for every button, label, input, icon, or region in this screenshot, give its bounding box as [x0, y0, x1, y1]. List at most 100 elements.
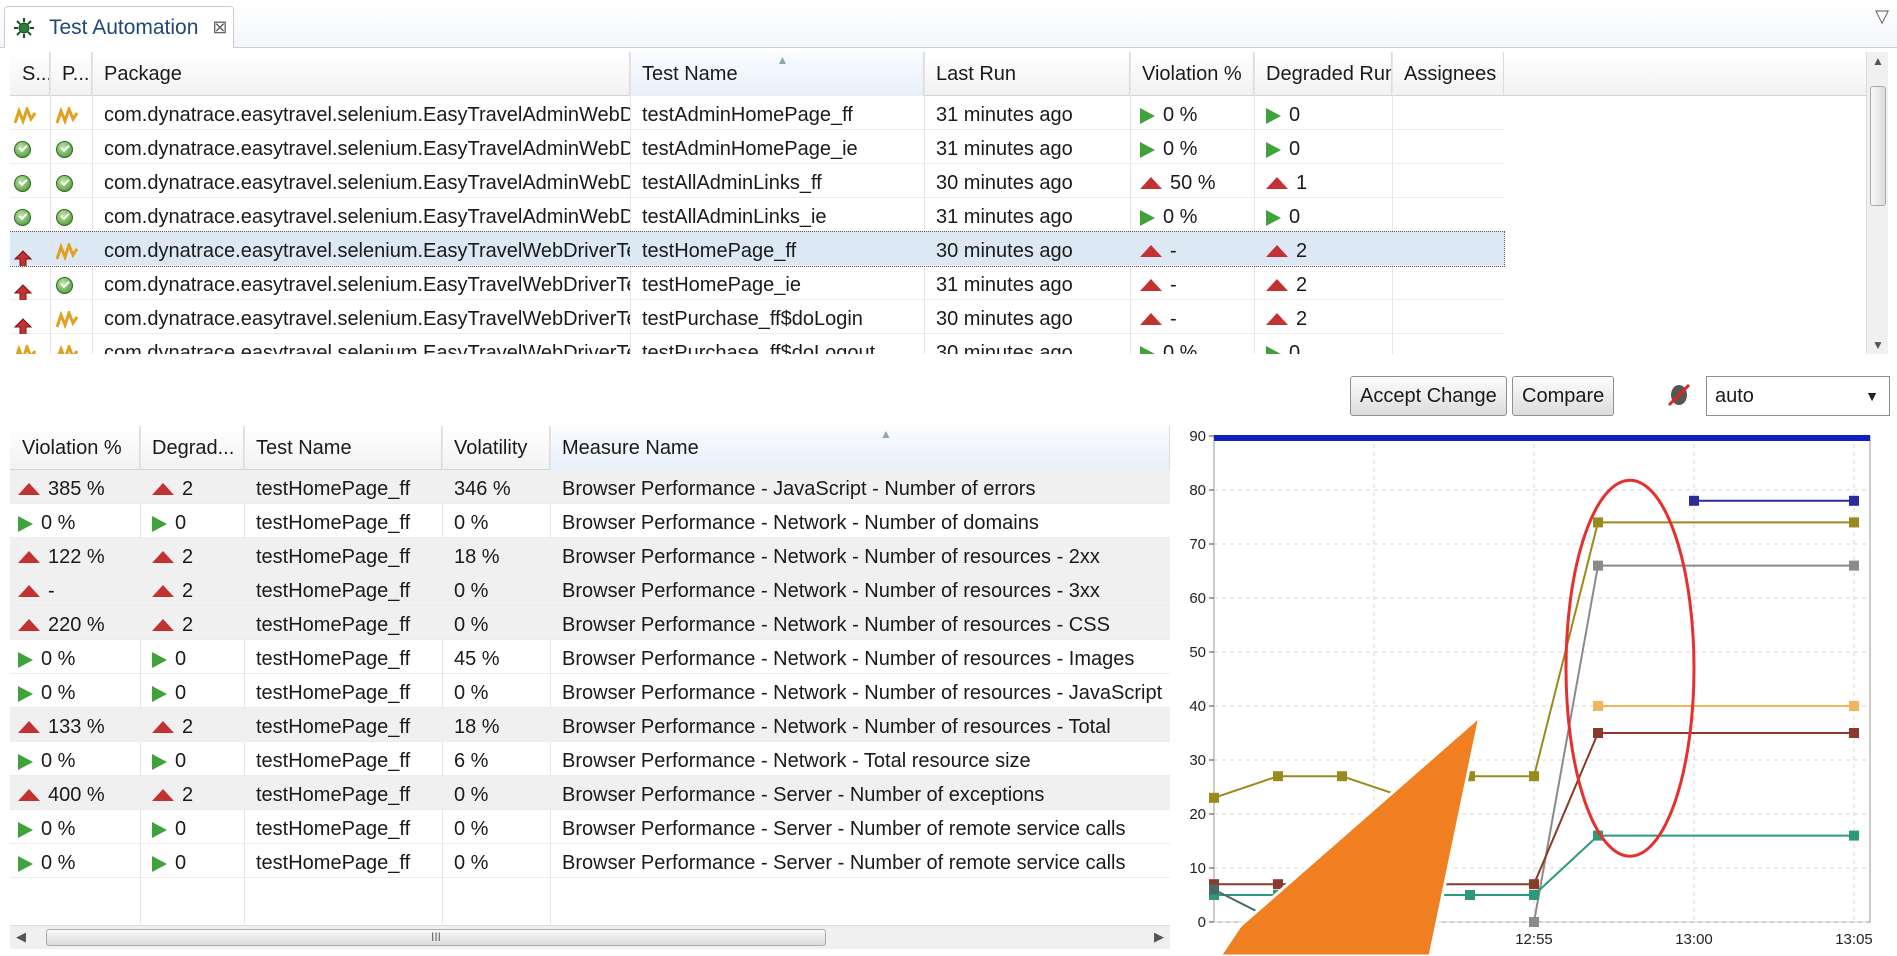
degraded-icon [18, 550, 40, 563]
column-header[interactable]: Package [92, 52, 630, 96]
test-automation-tab[interactable]: Test Automation ⊠ [4, 6, 234, 48]
column-header[interactable]: Test Name ▲ [630, 52, 924, 96]
column-header[interactable]: Volatility [442, 426, 550, 470]
ok-icon [14, 141, 31, 159]
scroll-down-arrow-icon[interactable]: ▼ [1872, 338, 1884, 352]
status-cell [10, 334, 50, 354]
table-row[interactable]: 385 % 2 testHomePage_ff 346 % Browser Perfor… [10, 470, 1170, 504]
ok-arrow-icon [152, 821, 167, 838]
column-header[interactable]: Test Name [244, 426, 442, 470]
cell-package: com.dynatrace.easytravel.selenium.EasyTr… [104, 274, 630, 296]
vertical-scrollbar[interactable]: ▲ ▼ [1866, 52, 1888, 354]
data-point[interactable] [1593, 728, 1603, 738]
column-header[interactable]: Degraded Runs [1254, 52, 1392, 96]
table-row[interactable]: - 2 testHomePage_ff 0 % Browser Performance … [10, 572, 1170, 606]
data-point[interactable] [1529, 879, 1539, 890]
view-menu-icon[interactable]: ▽ [1875, 6, 1889, 27]
data-point[interactable] [1849, 728, 1859, 738]
data-point[interactable] [1529, 771, 1539, 782]
degraded-icon [1140, 312, 1162, 325]
data-point[interactable] [1209, 884, 1219, 895]
table-row[interactable]: 0 % 0 testHomePage_ff 6 % Browser Performanc… [10, 742, 1170, 776]
column-header[interactable]: Assignees [1392, 52, 1504, 96]
data-point[interactable] [1849, 517, 1859, 528]
table-row[interactable]: 122 % 2 testHomePage_ff 18 % Browser Perform… [10, 538, 1170, 572]
data-point[interactable] [1465, 890, 1475, 900]
cell-last-run: 30 minutes ago [936, 342, 1073, 354]
cell-package: com.dynatrace.easytravel.selenium.EasyTr… [104, 342, 630, 354]
column-header[interactable]: S... [10, 52, 50, 96]
close-icon[interactable]: ⊠ [212, 17, 227, 38]
table-row[interactable]: 0 % 0 testHomePage_ff 0 % Browser Performanc… [10, 674, 1170, 708]
table-row[interactable]: com.dynatrace.easytravel.selenium.EasyTr… [10, 164, 1504, 198]
scroll-up-arrow-icon[interactable]: ▲ [1872, 54, 1884, 68]
table-row[interactable]: com.dynatrace.easytravel.selenium.EasyTr… [10, 334, 1504, 354]
data-point[interactable] [1849, 830, 1859, 841]
y-tick-label: 10 [1189, 860, 1206, 877]
degraded-value: 0 [175, 682, 187, 704]
compare-button[interactable]: Compare [1512, 376, 1615, 416]
column-header[interactable]: Measure Name ▲ [550, 426, 1170, 470]
cell-violation: 50 % [1130, 164, 1254, 198]
column-header[interactable]: P... [50, 52, 92, 96]
column-header[interactable]: Last Run [924, 52, 1130, 96]
table-row[interactable]: 400 % 2 testHomePage_ff 0 % Browser Performa… [10, 776, 1170, 810]
scroll-grip: III [430, 930, 441, 944]
data-point[interactable] [1209, 792, 1219, 803]
table-row[interactable]: com.dynatrace.easytravel.selenium.EasyTr… [10, 198, 1504, 232]
chevron-down-icon[interactable]: ▼ [1865, 377, 1879, 415]
scrollbar-thumb[interactable]: III [46, 929, 826, 946]
chart-mode-select[interactable]: auto ▼ [1706, 376, 1890, 416]
data-point[interactable] [1529, 890, 1539, 900]
scroll-left-arrow-icon[interactable]: ◀ [16, 929, 26, 945]
cell-test-name: testAdminHomePage_ff [642, 104, 853, 126]
previous-status-cell [50, 300, 92, 334]
data-point[interactable] [1593, 517, 1603, 528]
table-row[interactable]: 0 % 0 testHomePage_ff 0 % Browser Performanc… [10, 844, 1170, 878]
data-point[interactable] [1849, 701, 1859, 711]
data-point[interactable] [1849, 495, 1859, 506]
table-row[interactable]: 0 % 0 testHomePage_ff 0 % Browser Performanc… [10, 810, 1170, 844]
degraded-icon [1266, 244, 1288, 257]
cell-package: com.dynatrace.easytravel.selenium.EasyTr… [104, 138, 630, 160]
cell-violation: 0 % [1130, 198, 1254, 232]
cell-volatility: 0 % [454, 512, 489, 534]
horizontal-scrollbar[interactable]: ◀ III ▶ [10, 925, 1170, 949]
table-row[interactable]: 0 % 0 testHomePage_ff 45 % Browser Performan… [10, 640, 1170, 674]
cell-violation: - [10, 572, 140, 606]
cell-violation: 0 % [1130, 130, 1254, 164]
column-header[interactable]: Violation % [10, 426, 140, 470]
data-point[interactable] [1593, 560, 1603, 571]
column-header[interactable]: Degrad... [140, 426, 244, 470]
filter-disabled-icon[interactable] [1666, 382, 1692, 408]
data-point[interactable] [1689, 495, 1699, 506]
data-point[interactable] [1337, 771, 1347, 782]
table-row[interactable]: com.dynatrace.easytravel.selenium.EasyTr… [10, 300, 1504, 334]
data-point[interactable] [1593, 701, 1603, 711]
cell-package: com.dynatrace.easytravel.selenium.EasyTr… [104, 308, 630, 330]
volatile-icon [56, 106, 78, 125]
cell-test-name: testHomePage_ff [256, 512, 411, 534]
table-row[interactable]: 133 % 2 testHomePage_ff 18 % Browser Perform… [10, 708, 1170, 742]
violation-value: 220 % [48, 614, 105, 636]
scroll-right-arrow-icon[interactable]: ▶ [1154, 929, 1164, 945]
table-row[interactable]: 0 % 0 testHomePage_ff 0 % Browser Performanc… [10, 504, 1170, 538]
violation-value: 0 % [1163, 206, 1198, 228]
accept-change-button[interactable]: Accept Change [1350, 376, 1507, 416]
table-row[interactable]: com.dynatrace.easytravel.selenium.EasyTr… [10, 96, 1504, 130]
scrollbar-thumb[interactable] [1870, 86, 1886, 206]
regression-icon [13, 277, 33, 300]
degraded-icon [18, 720, 40, 733]
table-row[interactable]: 220 % 2 testHomePage_ff 0 % Browser Performa… [10, 606, 1170, 640]
violation-value: - [1170, 308, 1177, 330]
data-point[interactable] [1849, 560, 1859, 571]
table-row[interactable]: com.dynatrace.easytravel.selenium.EasyTr… [10, 266, 1504, 300]
data-point[interactable] [1273, 771, 1283, 782]
degraded-runs-value: 2 [1296, 308, 1308, 330]
column-header[interactable]: Violation % [1130, 52, 1254, 96]
table-row[interactable]: com.dynatrace.easytravel.selenium.EasyTr… [10, 231, 1505, 267]
table-row[interactable]: com.dynatrace.easytravel.selenium.EasyTr… [10, 130, 1504, 164]
y-tick-label: 20 [1189, 806, 1206, 823]
data-point[interactable] [1529, 917, 1539, 927]
column-header-label: Degraded Runs [1266, 63, 1391, 85]
